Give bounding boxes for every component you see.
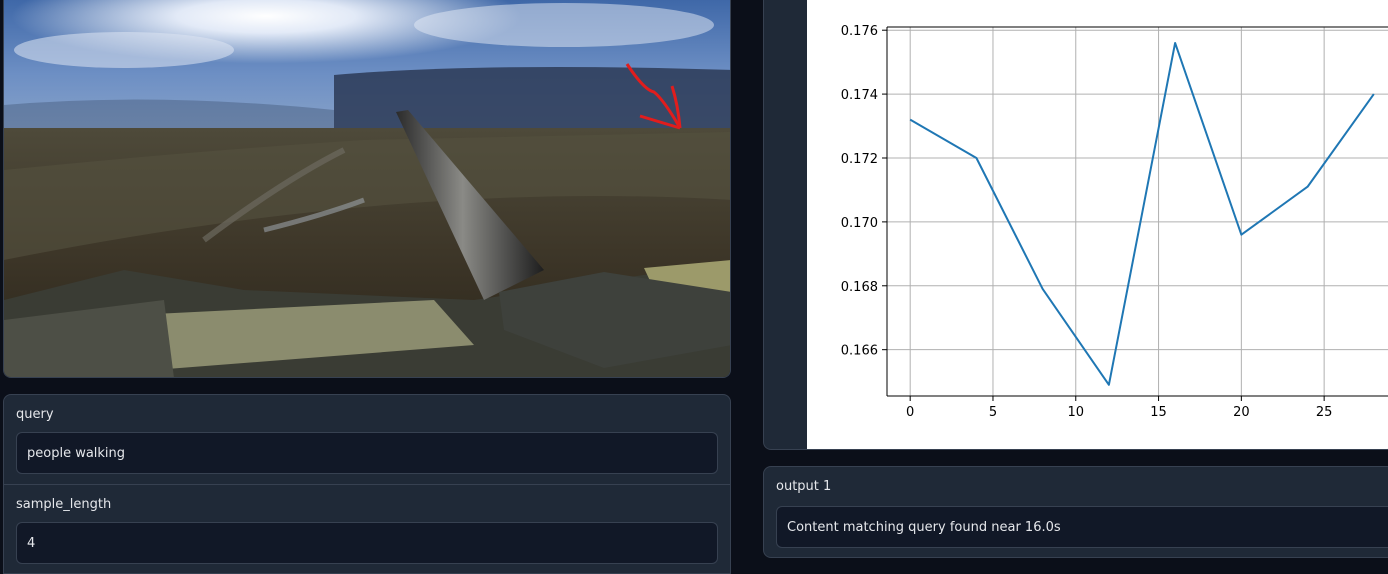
plot-panel: 0 5 10 15 20 25 0.166 0.168 0.170 0.172 0.174 0.176 xyxy=(763,0,1388,450)
y-tick-label: 0.174 xyxy=(841,88,878,103)
x-tick-label: 20 xyxy=(1233,405,1250,420)
x-tick-label: 15 xyxy=(1150,405,1167,420)
line-chart: 0 5 10 15 20 25 0.166 0.168 0.170 0.172 0.174 0.176 xyxy=(841,24,1388,420)
query-input[interactable]: people walking xyxy=(16,432,718,474)
output-panel: output 1 Content matching query found ne… xyxy=(763,466,1388,558)
input-column: query people walking sample_length 4 xyxy=(0,0,738,574)
input-form: query people walking sample_length 4 xyxy=(3,394,731,574)
video-player[interactable] xyxy=(3,0,731,378)
query-field: query people walking xyxy=(4,395,730,474)
y-tick-label: 0.170 xyxy=(841,216,878,231)
video-frame-image xyxy=(4,0,730,377)
sample-length-input[interactable]: 4 xyxy=(16,522,718,564)
sample-length-field: sample_length 4 xyxy=(4,485,730,564)
y-tick-label: 0.172 xyxy=(841,152,878,167)
x-tick-label: 5 xyxy=(989,405,997,420)
query-label: query xyxy=(16,407,54,422)
output-column: 0 5 10 15 20 25 0.166 0.168 0.170 0.172 0.174 0.176… xyxy=(756,0,1388,574)
plot-area: 0 5 10 15 20 25 0.166 0.168 0.170 0.172 0.174 0.176 xyxy=(807,0,1388,449)
sample-length-label: sample_length xyxy=(16,497,112,512)
output-textbox[interactable]: Content matching query found near 16.0s xyxy=(776,506,1388,548)
x-tick-label: 10 xyxy=(1067,405,1084,420)
y-tick-label: 0.176 xyxy=(841,24,878,39)
output-label: output 1 xyxy=(776,479,832,494)
x-tick-label: 25 xyxy=(1316,405,1333,420)
y-tick-label: 0.168 xyxy=(841,280,878,295)
y-tick-label: 0.166 xyxy=(841,344,878,359)
x-tick-label: 0 xyxy=(906,405,914,420)
